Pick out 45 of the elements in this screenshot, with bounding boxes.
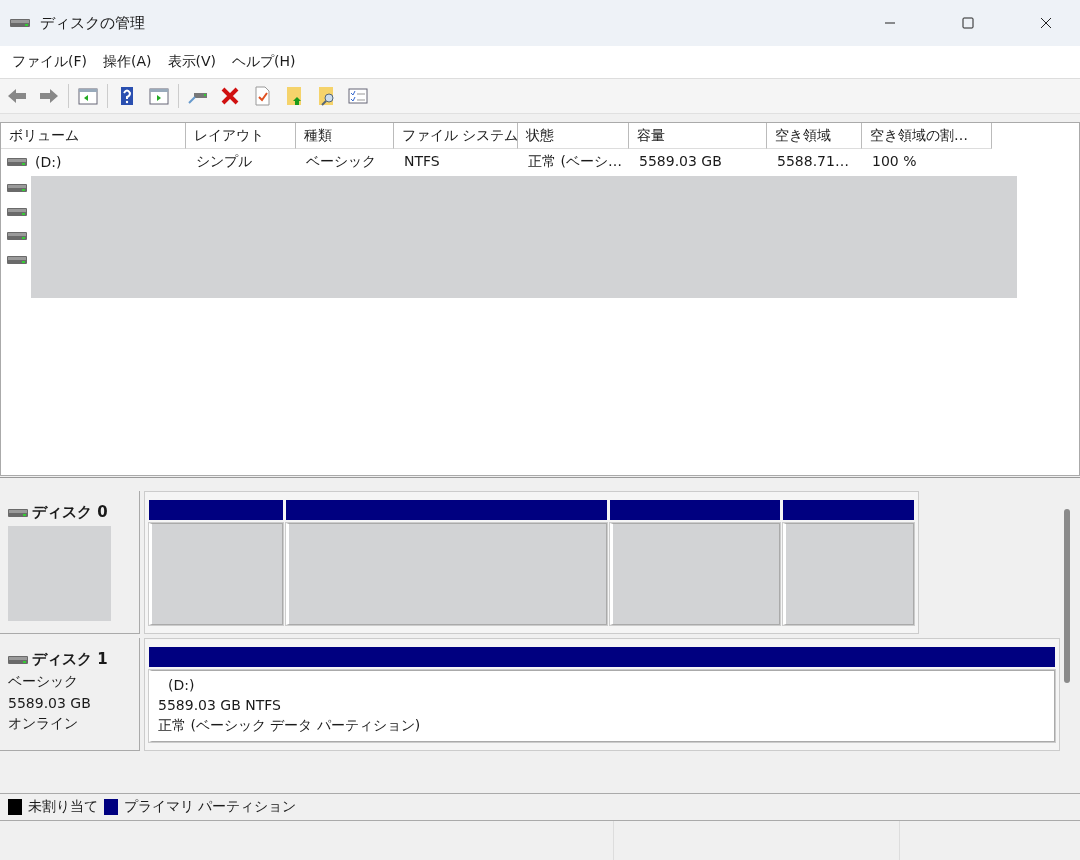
column-header[interactable]: ファイル システム: [394, 123, 518, 149]
disk-detail: ベーシック: [8, 673, 79, 691]
partition-panel[interactable]: (D:) 5589.03 GB NTFS 正常 (ベーシック データ パーティション): [149, 670, 1055, 742]
app-drive-icon: [10, 18, 30, 28]
disk-detail: 5589.03 GB: [8, 695, 92, 711]
drive-icon: [7, 183, 27, 193]
menu-item[interactable]: 表示(V): [159, 49, 224, 75]
table-cell-text: 5588.71…: [776, 152, 850, 171]
disk-name: ディスク 1: [32, 650, 108, 669]
window-title: ディスクの管理: [40, 13, 146, 33]
drive-icon: [7, 255, 27, 265]
column-header[interactable]: 状態: [518, 123, 629, 149]
table-cell-text: 5589.03 GB: [638, 152, 723, 171]
column-header[interactable]: 空き領域の割…: [862, 123, 992, 149]
legend-label: プライマリ パーティション: [124, 798, 297, 816]
drive-icon: [7, 231, 27, 241]
column-header[interactable]: 種類: [296, 123, 394, 149]
disk-label-panel[interactable]: ディスク 0: [0, 491, 140, 634]
disk-name: ディスク 0: [32, 503, 108, 522]
table-cell: (D:): [35, 154, 62, 170]
table-cell-text: ベーシック: [305, 152, 377, 171]
disk-label-panel[interactable]: ディスク 1 ベーシック 5589.03 GB オンライン: [0, 638, 140, 751]
menu-item[interactable]: ヘルプ(H): [224, 49, 304, 75]
legend-label: 未割り当て: [28, 798, 98, 816]
partition-size: 5589.03 GB NTFS: [158, 697, 282, 713]
maximize-icon: [962, 17, 974, 29]
table-cell-text: NTFS: [403, 152, 441, 171]
menu-item[interactable]: 操作(A): [95, 49, 160, 75]
table-cell-text: 100 %: [871, 152, 918, 171]
disk-detail: オンライン: [8, 715, 79, 733]
close-icon: [1040, 17, 1052, 29]
table-cell-text: シンプル: [195, 152, 253, 171]
column-header[interactable]: 容量: [629, 123, 767, 149]
drive-icon: [8, 507, 28, 518]
drive-icon: [8, 654, 28, 665]
menu-item[interactable]: ファイル(F): [4, 49, 95, 75]
scrollbar-thumb[interactable]: [1064, 509, 1070, 683]
column-header[interactable]: レイアウト: [186, 123, 296, 149]
partition-label: (D:): [167, 677, 196, 693]
column-header[interactable]: 空き領域: [767, 123, 862, 149]
drive-icon: [7, 157, 27, 167]
table-cell-text: 正常 (ベーシ…: [527, 152, 623, 171]
column-header[interactable]: ボリューム: [1, 123, 186, 149]
drive-icon: [7, 207, 27, 217]
partition-status: 正常 (ベーシック データ パーティション): [158, 717, 422, 735]
